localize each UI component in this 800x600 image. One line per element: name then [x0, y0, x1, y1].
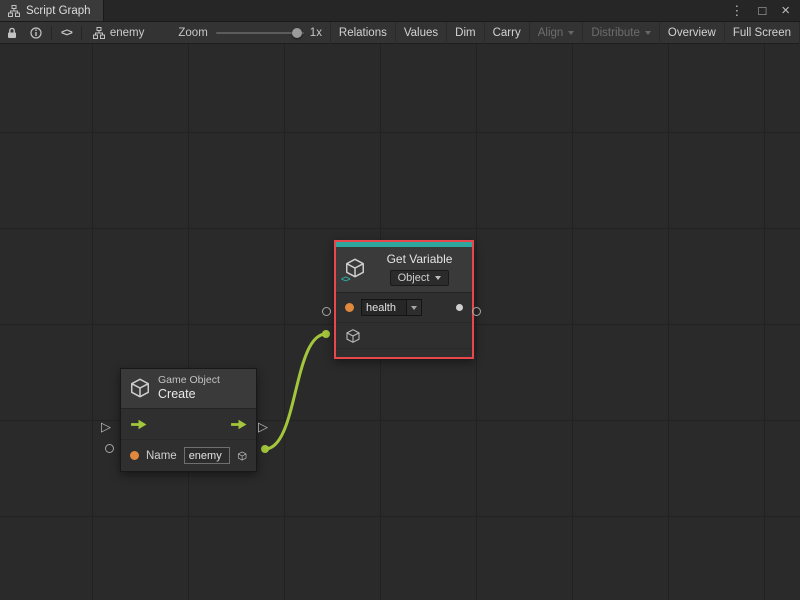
variable-name-port[interactable]	[345, 303, 354, 312]
graph-icon-small	[93, 27, 105, 39]
gameobject-cube-icon	[129, 377, 151, 399]
distribute-dropdown[interactable]: Distribute	[582, 22, 659, 44]
window-menu-icon[interactable]: ⋮	[730, 4, 743, 17]
graph-toolbar: <> enemy Zoom 1x Relations Values Dim Ca…	[0, 22, 800, 44]
chevron-down-icon	[645, 31, 651, 35]
variable-name-row	[336, 293, 472, 322]
zoom-label: Zoom	[178, 27, 207, 39]
window-controls: ⋮ □ ×	[730, 0, 800, 21]
node-get-variable[interactable]: <> Get Variable Object	[334, 240, 474, 359]
fullscreen-button[interactable]: Full Screen	[724, 22, 800, 44]
flow-out-arrow-icon[interactable]	[230, 419, 247, 430]
distribute-label: Distribute	[591, 27, 640, 39]
graph-name: enemy	[110, 27, 145, 39]
create-flow-input-port[interactable]: ▷	[101, 420, 111, 433]
connection-wire[interactable]	[265, 334, 326, 449]
value-output-port[interactable]	[456, 304, 463, 311]
chevron-down-icon	[411, 306, 417, 310]
code-brackets-icon: <>	[341, 275, 350, 284]
close-icon[interactable]: ×	[781, 3, 790, 18]
name-input-row: Name	[121, 439, 256, 471]
lock-icon[interactable]	[0, 22, 24, 44]
node-category: Game Object	[158, 374, 220, 387]
tab-script-graph[interactable]: Script Graph	[0, 0, 104, 21]
info-icon[interactable]	[24, 22, 48, 44]
align-dropdown[interactable]: Align	[529, 22, 583, 44]
gameobject-cube-icon[interactable]	[345, 328, 361, 344]
dim-button[interactable]: Dim	[446, 22, 483, 44]
node-header[interactable]: <> Get Variable Object	[336, 247, 472, 292]
graph-canvas[interactable]: ▷ ▷ <> Get Variable Object	[0, 44, 800, 600]
align-label: Align	[538, 27, 564, 39]
zoom-slider[interactable]	[216, 22, 304, 44]
variable-name-suggest-dropdown[interactable]	[407, 299, 422, 316]
zoom-slider-track[interactable]	[216, 32, 304, 34]
unity-script-graph-window: Script Graph ⋮ □ × <> enemy Zoom 1x Rela…	[0, 0, 800, 600]
name-input[interactable]	[184, 447, 230, 464]
toolbar-separator	[81, 26, 82, 40]
node-header[interactable]: Game Object Create	[121, 369, 256, 408]
zoom-value: 1x	[310, 27, 322, 39]
maximize-icon[interactable]: □	[758, 4, 766, 17]
flow-in-arrow-icon[interactable]	[130, 419, 147, 430]
tab-title: Script Graph	[26, 5, 91, 17]
flow-row	[121, 409, 256, 439]
carry-button[interactable]: Carry	[484, 22, 529, 44]
zoom-slider-handle[interactable]	[292, 28, 302, 38]
create-flow-output-port[interactable]: ▷	[258, 420, 268, 433]
values-button[interactable]: Values	[395, 22, 446, 44]
chevron-down-icon	[568, 31, 574, 35]
getvariable-value-outer-port[interactable]	[472, 307, 481, 316]
name-label: Name	[146, 450, 177, 462]
object-variable-icon: <>	[344, 257, 368, 281]
node-title: Create	[158, 387, 220, 403]
gameobject-output-cube-icon[interactable]	[237, 448, 247, 464]
name-input-port[interactable]	[130, 451, 139, 460]
variable-kind-dropdown[interactable]: Object	[390, 270, 450, 286]
create-name-outer-port[interactable]	[105, 444, 114, 453]
node-body: Name	[121, 408, 256, 471]
toolbar-separator	[51, 26, 52, 40]
overview-button[interactable]: Overview	[659, 22, 724, 44]
variable-kind-value: Object	[398, 272, 430, 284]
getvariable-name-outer-port[interactable]	[322, 307, 331, 316]
relations-button[interactable]: Relations	[330, 22, 395, 44]
graph-breadcrumb[interactable]: enemy	[85, 27, 153, 39]
node-body	[336, 292, 472, 357]
variable-name-input[interactable]	[361, 299, 407, 316]
chevron-down-icon	[435, 276, 441, 280]
graph-icon	[8, 5, 20, 17]
node-title: Get Variable	[387, 252, 453, 266]
titlebar: Script Graph ⋮ □ ×	[0, 0, 800, 22]
node-footer	[336, 348, 472, 357]
node-gameobject-create[interactable]: Game Object Create Name	[120, 368, 257, 472]
edit-code-icon[interactable]: <>	[55, 22, 78, 44]
object-input-row	[336, 322, 472, 348]
